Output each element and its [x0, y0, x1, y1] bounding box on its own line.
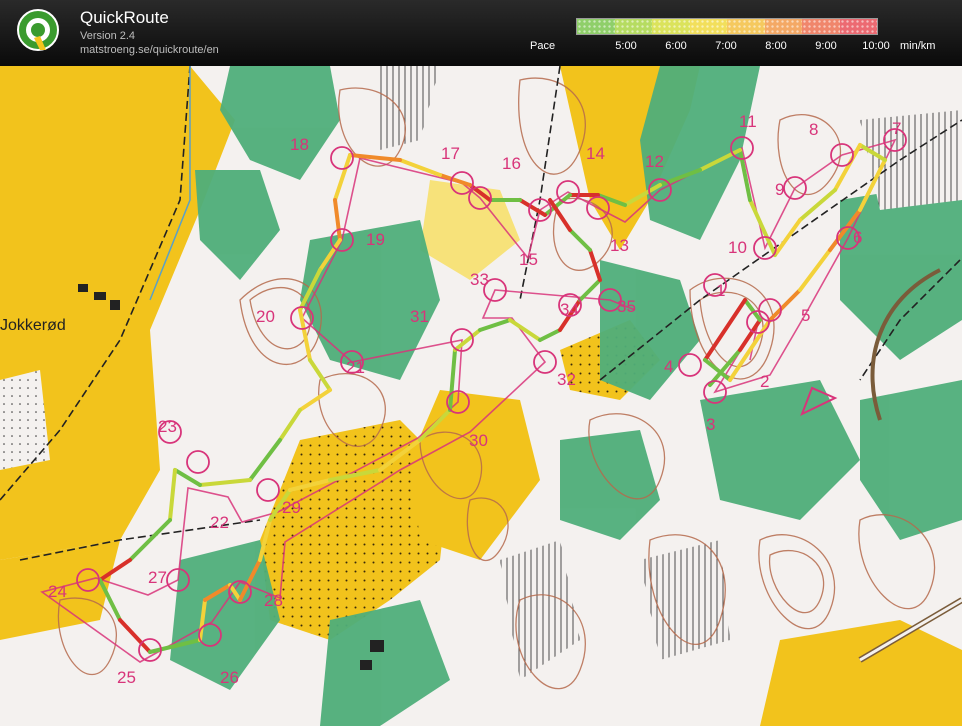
control-number: 2 — [760, 372, 769, 391]
control-number: 24 — [48, 582, 67, 601]
control-number: 3 — [706, 415, 715, 434]
pace-tick: 6:00 — [665, 40, 687, 52]
control-number: 26 — [220, 668, 239, 687]
control-number: 8 — [809, 120, 818, 139]
control-number: 14 — [586, 144, 605, 163]
pace-color-segment — [839, 19, 877, 34]
control-number: 5 — [801, 306, 810, 325]
pace-color-segment — [577, 19, 615, 34]
control-number: 19 — [366, 230, 385, 249]
quickroute-logo — [16, 6, 60, 58]
control-number: 28 — [264, 591, 283, 610]
control-number: 17 — [441, 144, 460, 163]
app-title: QuickRoute — [80, 8, 169, 27]
control-number: 22 — [210, 513, 229, 532]
quickroute-app: QuickRoute Version 2.4 matstroeng.se/qui… — [0, 0, 962, 726]
pace-color-scale — [576, 18, 878, 35]
orienteering-map[interactable]: 1 2 3 4 5 6 7 8 9 10 11 12 13 14 15 16 17 18 19 20 21 22 23 24 2… — [0, 66, 962, 726]
pace-tick: 8:00 — [765, 40, 787, 52]
control-number: 4 — [664, 357, 673, 376]
control-number: 33 — [470, 270, 489, 289]
control-number: 18 — [290, 135, 309, 154]
pace-color-segment — [652, 19, 690, 34]
control-number: 6 — [853, 228, 862, 247]
pace-color-segment — [614, 19, 652, 34]
header-bar: QuickRoute Version 2.4 matstroeng.se/qui… — [0, 0, 962, 66]
place-name: Jokkerød — [0, 317, 66, 334]
app-version: Version 2.4 — [80, 30, 136, 42]
control-number: 13 — [610, 236, 629, 255]
pace-tick: 10:00 — [862, 40, 890, 52]
pace-color-segment — [802, 19, 840, 34]
control-number: 12 — [645, 152, 664, 171]
control-number: 25 — [117, 668, 136, 687]
control-number: 16 — [502, 154, 521, 173]
control-number: 10 — [728, 238, 747, 257]
pace-tick: 9:00 — [815, 40, 837, 52]
control-number: 31 — [410, 307, 429, 326]
control-number: 15 — [519, 250, 538, 269]
pace-legend-label: Pace — [530, 40, 556, 52]
control-number: 30 — [469, 431, 488, 450]
control-number: 21 — [346, 358, 365, 377]
control-number: 32 — [557, 370, 576, 389]
app-url[interactable]: matstroeng.se/quickroute/en — [80, 44, 219, 56]
control-number: 27 — [148, 568, 167, 587]
pace-color-segment — [727, 19, 765, 34]
control-number: 11 — [739, 112, 757, 131]
pace-tick: 5:00 — [615, 40, 637, 52]
pace-color-segment — [689, 19, 727, 34]
pace-unit: min/km — [900, 40, 936, 52]
control-number: 7 — [892, 119, 901, 138]
control-number: 1 — [716, 281, 725, 300]
pace-color-segment — [764, 19, 802, 34]
map-canvas[interactable]: 1234567891011121314151617181920212223242… — [0, 66, 962, 726]
control-number: 34 — [560, 300, 579, 319]
control-number: 23 — [158, 417, 177, 436]
control-number: 35 — [617, 297, 636, 316]
control-number: 29 — [282, 498, 301, 517]
control-number: 9 — [775, 180, 784, 199]
pace-tick: 7:00 — [715, 40, 737, 52]
control-number: 20 — [256, 307, 275, 326]
